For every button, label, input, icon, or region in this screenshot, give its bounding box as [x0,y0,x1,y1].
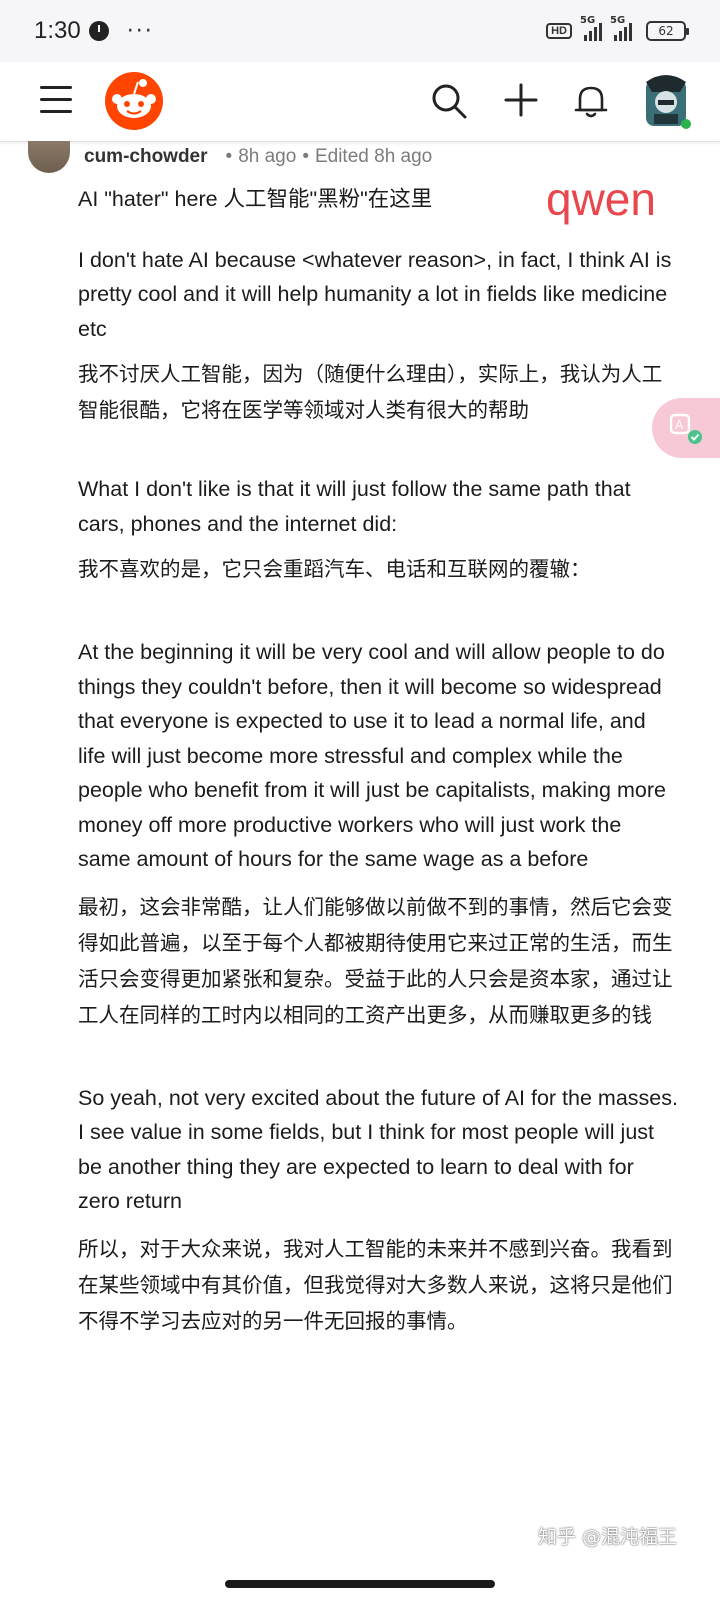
paragraph-title: AI "hater" here 人工智能"黑粉"在这里 [78,187,433,211]
translate-icon: A [669,413,702,444]
paragraph-en-4: So yeah, not very excited about the futu… [78,1085,678,1214]
network-label-2: 5G [610,15,626,26]
comment-body: AI "hater" here 人工智能"黑粉"在这里 I don't hate… [78,182,678,1339]
status-more-icon: ··· [126,18,154,44]
plus-icon[interactable] [503,82,539,118]
paragraph-en-3: At the beginning it will be very cool an… [78,640,666,871]
paragraph-zh-1: 我不讨厌人工智能，因为（随便什么理由），实际上，我认为人工智能很酷，它将在医学等… [78,362,663,422]
paragraph-zh-3: 最初，这会非常酷，让人们能够做以前做不到的事情，然后它会变得如此普遍，以至于每个… [78,894,673,1027]
hd-icon: HD [546,23,572,39]
edited-label: Edited 8h ago [314,146,433,167]
status-time: 1:30 [34,17,81,44]
comment-meta: • 8h ago • Edited 8h ago [225,146,433,167]
bell-icon[interactable] [573,82,609,120]
reddit-logo[interactable] [105,72,163,130]
username[interactable]: cum-chowder [84,146,208,168]
comment-header: cum-chowder • 8h ago • Edited 8h ago [28,140,432,174]
menu-icon[interactable] [40,86,72,114]
signal-icon-2: 5G [610,15,632,41]
signal-icon: 5G [580,15,602,41]
comment-time: 8h ago [238,146,297,167]
battery-icon: 62 [646,21,689,41]
paragraph-en-1: I don't hate AI because <whatever reason… [78,247,672,341]
zhihu-credit: 知乎 @混沌福王 [538,1526,678,1548]
commenter-avatar[interactable] [28,141,70,173]
app-header [0,62,720,142]
home-indicator[interactable] [225,1580,495,1588]
search-icon[interactable] [430,82,468,120]
notification-icon [88,21,109,41]
status-indicators: HD 5G 5G 62 [546,15,689,41]
network-label: 5G [580,15,596,26]
user-avatar[interactable] [640,70,692,132]
paragraph-zh-2: 我不喜欢的是，它只会重蹈汽车、电话和互联网的覆辙： [78,557,591,581]
online-status-icon [681,119,691,129]
screen: 1:30 ··· HD 5G 5G 62 cum-chowder • 8h ag… [0,0,720,1600]
svg-text:A: A [675,418,684,432]
status-bar: 1:30 ··· HD 5G 5G 62 [0,0,720,62]
paragraph-en-2: What I don't like is that it will just f… [78,477,631,536]
translate-bubble[interactable]: A [652,398,720,458]
paragraph-zh-4: 所以，对于大众来说，我对人工智能的未来并不感到兴奋。我看到在某些领域中有其价值，… [78,1236,673,1333]
